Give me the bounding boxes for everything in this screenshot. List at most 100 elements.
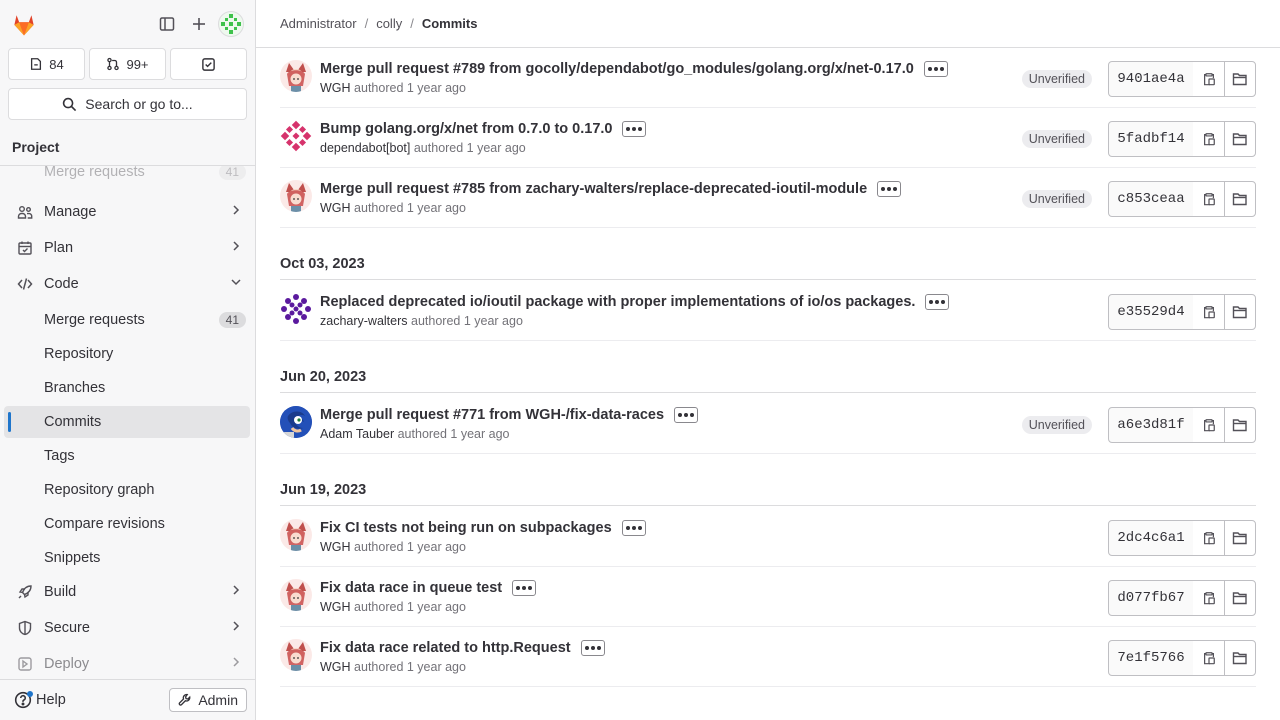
ellipsis-icon[interactable] — [622, 121, 647, 137]
commit-author[interactable]: WGH — [320, 201, 351, 215]
copy-icon[interactable] — [1193, 520, 1225, 556]
copy-icon[interactable] — [1193, 61, 1225, 97]
folder-icon[interactable] — [1224, 181, 1256, 217]
sidebar-item-merge-requests-faded[interactable]: Merge requests 41 — [4, 166, 250, 188]
folder-icon[interactable] — [1224, 640, 1256, 676]
search-button[interactable]: Search or go to... — [8, 88, 247, 120]
avatar[interactable] — [280, 293, 312, 325]
sidebar-item-code[interactable]: Code — [4, 268, 250, 300]
commit-sha-button[interactable]: 7e1f5766 — [1108, 640, 1194, 676]
commit-title[interactable]: Fix CI tests not being run on subpackage… — [320, 520, 646, 536]
breadcrumb-commits[interactable]: Commits — [422, 16, 478, 31]
sidebar-item-label: Repository graph — [44, 482, 155, 498]
commit-sha-button[interactable]: 5fadbf14 — [1108, 121, 1194, 157]
issues-count-button[interactable]: 84 — [8, 48, 85, 80]
commit-title[interactable]: Merge pull request #785 from zachary-wal… — [320, 181, 902, 197]
ellipsis-icon[interactable] — [923, 61, 948, 77]
ellipsis-icon[interactable] — [674, 407, 699, 423]
avatar[interactable] — [280, 180, 312, 212]
sidebar-item-secure[interactable]: Secure — [4, 612, 250, 644]
status-badge[interactable]: Unverified — [1021, 70, 1092, 88]
folder-icon[interactable] — [1224, 580, 1256, 616]
avatar[interactable] — [280, 579, 312, 611]
commit-title[interactable]: Bump golang.org/x/net from 0.7.0 to 0.17… — [320, 121, 647, 137]
sidebar-item-snippets[interactable]: Snippets — [4, 542, 250, 574]
copy-icon[interactable] — [1193, 407, 1225, 443]
commit-sha-button[interactable]: d077fb67 — [1108, 580, 1194, 616]
sidebar-item-label: Tags — [44, 448, 75, 464]
sidebar-item-plan[interactable]: Plan — [4, 232, 250, 264]
admin-label: Admin — [198, 692, 238, 708]
sidebar-item-compare-revisions[interactable]: Compare revisions — [4, 508, 250, 540]
commit-title[interactable]: Fix data race related to http.Request — [320, 640, 605, 656]
help-button[interactable]: Help — [14, 691, 169, 709]
commit-sha-button[interactable]: 9401ae4a — [1108, 61, 1194, 97]
commit-author[interactable]: WGH — [320, 81, 351, 95]
sidebar-item-label: Compare revisions — [44, 516, 165, 532]
avatar[interactable] — [280, 120, 312, 152]
commit-time: authored 1 year ago — [413, 141, 526, 155]
commit-sha-button[interactable]: 2dc4c6a1 — [1108, 520, 1194, 556]
commits-list: Merge pull request #789 from gocolly/dep… — [280, 48, 1256, 720]
folder-icon[interactable] — [1224, 61, 1256, 97]
sidebar-item-build[interactable]: Build — [4, 576, 250, 608]
breadcrumb-colly[interactable]: colly — [376, 16, 402, 31]
sidebar-item-repository[interactable]: Repository — [4, 338, 250, 370]
commit-author[interactable]: zachary-walters — [320, 314, 408, 328]
commit-sha-button[interactable]: a6e3d81f — [1108, 407, 1194, 443]
todos-button[interactable] — [170, 48, 247, 80]
ellipsis-icon[interactable] — [877, 181, 902, 197]
sidebar-item-merge-requests[interactable]: Merge requests 41 — [4, 304, 250, 336]
sidebar-toggle-icon[interactable] — [151, 8, 183, 40]
ellipsis-icon[interactable] — [621, 520, 646, 536]
folder-icon[interactable] — [1224, 294, 1256, 330]
copy-icon[interactable] — [1193, 294, 1225, 330]
commit-title[interactable]: Fix data race in queue test — [320, 580, 537, 596]
wrench-icon — [178, 693, 191, 706]
sidebar-item-commits[interactable]: Commits — [4, 406, 250, 438]
commit-author[interactable]: WGH — [320, 660, 351, 674]
status-badge[interactable]: Unverified — [1021, 190, 1092, 208]
status-badge[interactable]: Unverified — [1021, 416, 1092, 434]
ellipsis-icon[interactable] — [512, 580, 537, 596]
avatar[interactable] — [280, 639, 312, 671]
folder-icon[interactable] — [1224, 121, 1256, 157]
sidebar-item-label: Plan — [44, 240, 74, 256]
avatar[interactable] — [280, 519, 312, 551]
avatar[interactable] — [280, 406, 312, 438]
copy-icon[interactable] — [1193, 580, 1225, 616]
folder-icon[interactable] — [1224, 520, 1256, 556]
sidebar-item-branches[interactable]: Branches — [4, 372, 250, 404]
sidebar-item-tags[interactable]: Tags — [4, 440, 250, 472]
ellipsis-icon[interactable] — [580, 640, 605, 656]
commit-meta: WGH authored 1 year ago — [320, 660, 466, 674]
admin-button[interactable]: Admin — [169, 688, 247, 712]
status-badge[interactable]: Unverified — [1021, 130, 1092, 148]
commit-title[interactable]: Merge pull request #789 from gocolly/dep… — [320, 61, 948, 77]
commit-title[interactable]: Merge pull request #771 from WGH-/fix-da… — [320, 407, 699, 423]
avatar[interactable] — [280, 60, 312, 92]
copy-icon[interactable] — [1193, 121, 1225, 157]
commit-author[interactable]: dependabot[bot] — [320, 141, 410, 155]
commit-time: authored 1 year ago — [411, 314, 523, 328]
issues-count: 84 — [49, 56, 64, 72]
merge-requests-count-button[interactable]: 99+ — [89, 48, 166, 80]
gitlab-logo[interactable] — [10, 10, 38, 38]
user-avatar[interactable] — [215, 8, 247, 40]
commit-author[interactable]: WGH — [320, 540, 351, 554]
copy-icon[interactable] — [1193, 640, 1225, 676]
commit-sha-button[interactable]: e35529d4 — [1108, 294, 1194, 330]
commit-author[interactable]: WGH — [320, 600, 351, 614]
sidebar-item-repository-graph[interactable]: Repository graph — [4, 474, 250, 506]
sidebar-item-deploy[interactable]: Deploy — [4, 648, 250, 680]
commit-time: authored 1 year ago — [354, 201, 466, 215]
commit-sha-button[interactable]: c853ceaa — [1108, 181, 1194, 217]
sidebar-item-manage[interactable]: Manage — [4, 196, 250, 228]
commit-author[interactable]: Adam Tauber — [320, 427, 394, 441]
commit-title[interactable]: Replaced deprecated io/ioutil package wi… — [320, 294, 950, 310]
folder-icon[interactable] — [1224, 407, 1256, 443]
copy-icon[interactable] — [1193, 181, 1225, 217]
breadcrumb-administrator[interactable]: Administrator — [280, 16, 357, 31]
plus-icon[interactable] — [183, 8, 215, 40]
ellipsis-icon[interactable] — [925, 294, 950, 310]
